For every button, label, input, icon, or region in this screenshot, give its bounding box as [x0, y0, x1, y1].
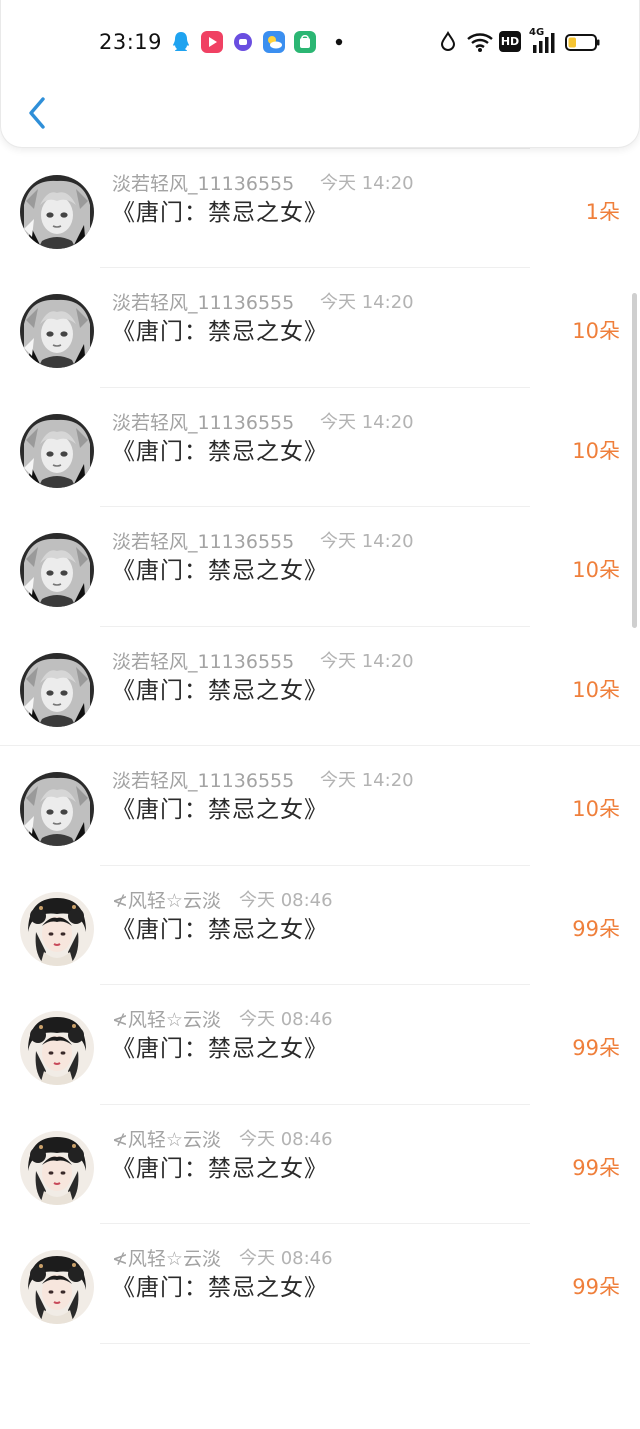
book-title[interactable]: 《唐门：禁忌之女》	[112, 551, 328, 585]
row-divider	[100, 1342, 530, 1344]
user-avatar[interactable]	[20, 413, 94, 488]
timestamp: 今天 14:20	[320, 292, 414, 313]
user-name[interactable]: ≮风轻☆云淡	[112, 1244, 221, 1271]
gift-record-row[interactable]: ≮风轻☆云淡 今天 08:46 《唐门：禁忌之女》 99朵	[0, 1105, 640, 1224]
user-avatar[interactable]	[20, 1250, 94, 1324]
gift-count: 99朵	[572, 916, 620, 941]
user-name[interactable]: 淡若轻风_11136555	[112, 288, 308, 315]
user-avatar[interactable]	[20, 652, 94, 727]
gift-count: 99朵	[572, 1155, 620, 1180]
gift-count: 1朵	[585, 199, 620, 224]
user-name[interactable]: 淡若轻风_11136555	[112, 169, 308, 196]
user-name[interactable]: 淡若轻风_11136555	[112, 766, 308, 793]
gift-count: 10朵	[572, 677, 620, 702]
chat-bubble-icon	[234, 33, 252, 51]
gift-record-row[interactable]: 淡若轻风_11136555 今天 14:20 《唐门：禁忌之女》 10朵	[0, 507, 640, 627]
battery-icon	[565, 34, 600, 51]
book-title[interactable]: 《唐门：禁忌之女》	[112, 312, 328, 346]
user-name[interactable]: ≮风轻☆云淡	[112, 886, 221, 913]
app-header: 23:19 HD 4G	[0, 0, 640, 148]
gift-record-row[interactable]: ≮风轻☆云淡 今天 08:46 《唐门：禁忌之女》 99朵	[0, 985, 640, 1105]
user-avatar[interactable]	[20, 174, 94, 249]
signal-4g-icon: 4G	[529, 27, 557, 53]
gift-count: 10朵	[572, 319, 620, 343]
timestamp: 今天 14:20	[320, 531, 414, 552]
user-avatar[interactable]	[20, 772, 94, 846]
gift-count: 99朵	[572, 1036, 620, 1060]
user-name[interactable]: 淡若轻风_11136555	[112, 408, 308, 435]
gift-record-row[interactable]: 淡若轻风_11136555 今天 14:20 《唐门：禁忌之女》 10朵	[0, 627, 640, 746]
timestamp: 今天 14:20	[320, 650, 414, 672]
timestamp: 今天 14:20	[320, 411, 414, 433]
wifi-icon	[467, 33, 493, 52]
gift-count: 10朵	[572, 558, 620, 582]
weather-icon	[263, 31, 285, 53]
status-time: 23:19	[99, 30, 163, 54]
gift-record-row[interactable]: 淡若轻风_11136555 今天 14:20 《唐门：禁忌之女》 10朵	[0, 388, 640, 507]
gift-record-row[interactable]: 淡若轻风_11136555 今天 14:20《唐门：禁忌之女》 1朵	[0, 149, 640, 268]
book-title[interactable]: 《唐门：禁忌之女》	[112, 193, 328, 227]
hd-icon: HD	[499, 31, 521, 52]
gift-record-row[interactable]: ≮风轻☆云淡 今天 08:46 《唐门：禁忌之女》 99朵	[0, 1224, 640, 1344]
book-title[interactable]: 《唐门：禁忌之女》	[112, 432, 328, 466]
user-name[interactable]: 淡若轻风_11136555	[112, 527, 308, 554]
user-name[interactable]: ≮风轻☆云淡	[112, 1005, 221, 1032]
user-name[interactable]: 淡若轻风_11136555	[112, 647, 308, 674]
scrollbar[interactable]	[632, 293, 637, 628]
gift-record-row[interactable]: 淡若轻风_11136555 今天 14:20 《唐门：禁忌之女》 10朵	[0, 268, 640, 388]
shopping-bag-icon	[294, 31, 316, 53]
status-bar: 23:19 HD 4G	[1, 0, 640, 80]
more-dot-icon	[335, 38, 343, 46]
user-avatar[interactable]	[20, 891, 94, 966]
book-title[interactable]: 《唐门：禁忌之女》	[112, 1268, 328, 1302]
timestamp: 今天 08:46	[238, 889, 333, 911]
timestamp: 今天 08:46	[238, 1248, 333, 1269]
user-avatar[interactable]	[20, 294, 94, 368]
gift-count: 10朵	[572, 797, 620, 821]
timestamp: 今天 08:46	[238, 1009, 333, 1030]
user-avatar[interactable]	[20, 533, 94, 607]
back-chevron-left-icon[interactable]	[23, 93, 53, 133]
timestamp: 今天 14:20	[320, 770, 414, 791]
gift-record-row[interactable]: ≮风轻☆云淡 今天 08:46 《唐门：禁忌之女》 99朵	[0, 866, 640, 985]
gift-count: 99朵	[572, 1275, 620, 1299]
video-app-icon	[201, 31, 223, 53]
user-name[interactable]: ≮风轻☆云淡	[112, 1125, 221, 1152]
book-title[interactable]: 《唐门：禁忌之女》	[112, 1029, 328, 1063]
gift-record-row[interactable]: 淡若轻风_11136555 今天 14:20 《唐门：禁忌之女》 10朵	[0, 746, 640, 866]
timestamp: 今天 14:20	[320, 172, 414, 194]
gift-count: 10朵	[572, 438, 620, 463]
qq-icon	[173, 32, 189, 51]
book-title[interactable]: 《唐门：禁忌之女》	[112, 1149, 328, 1183]
book-title[interactable]: 《唐门：禁忌之女》	[112, 671, 328, 705]
water-drop-icon	[440, 31, 456, 51]
book-title[interactable]: 《唐门：禁忌之女》	[112, 790, 328, 824]
book-title[interactable]: 《唐门：禁忌之女》	[112, 910, 328, 944]
timestamp: 今天 08:46	[238, 1128, 333, 1150]
user-avatar[interactable]	[20, 1011, 94, 1085]
user-avatar[interactable]	[20, 1130, 94, 1205]
